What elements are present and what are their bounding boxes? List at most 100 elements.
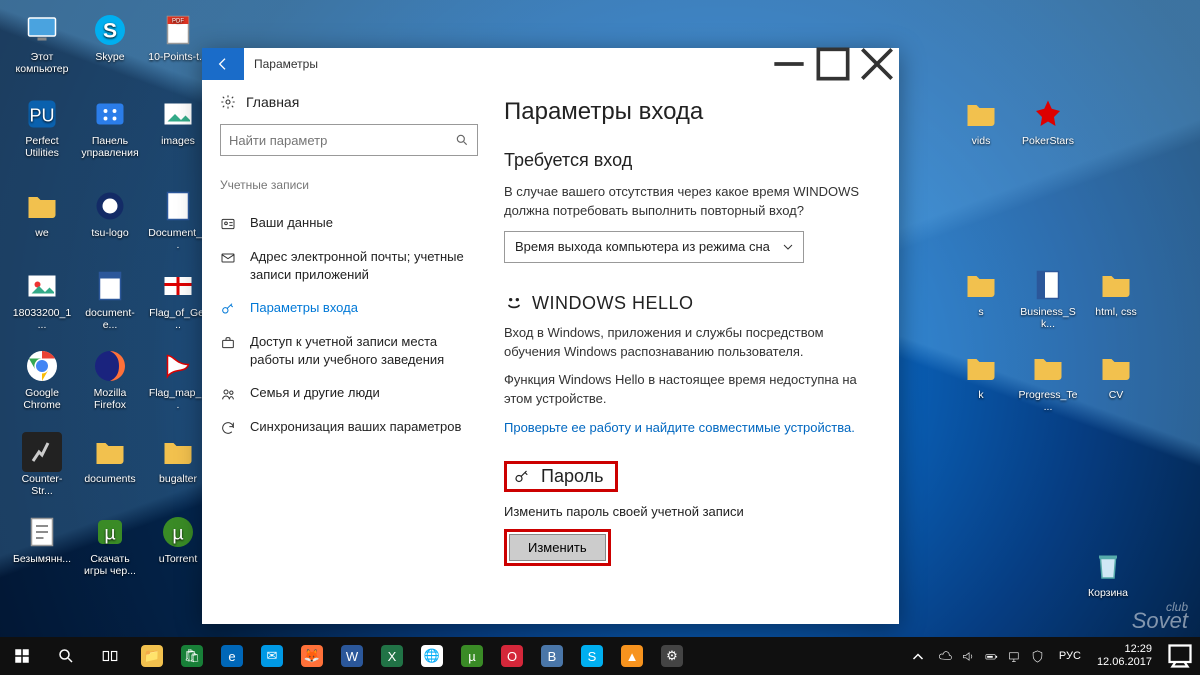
defender-icon xyxy=(1030,649,1045,664)
desktop-icon-progress[interactable]: Progress_Te... xyxy=(1018,348,1078,413)
desktop-icon-htmlcss[interactable]: html, css xyxy=(1086,265,1146,319)
person-card-icon xyxy=(220,216,236,232)
desktop-icon-perfect-utilities[interactable]: PUPerfect Utilities xyxy=(12,94,72,159)
desktop-icon-this-pc[interactable]: Этот компьютер xyxy=(12,10,72,75)
clock-date: 12.06.2017 xyxy=(1097,656,1152,669)
require-signin-heading: Требуется вход xyxy=(504,150,871,171)
sidebar: Главная Учетные записи Ваши данные Адрес… xyxy=(202,80,498,624)
change-button-highlight: Изменить xyxy=(504,529,611,566)
search-box[interactable] xyxy=(220,124,478,156)
desktop-icon-skype[interactable]: SSkype xyxy=(80,10,140,64)
nav-family[interactable]: Семья и другие люди xyxy=(220,376,498,410)
desktop-icon-s[interactable]: s xyxy=(951,265,1011,319)
briefcase-icon xyxy=(220,335,236,351)
volume-icon xyxy=(961,649,976,664)
taskbar-app-store[interactable]: 🛍 xyxy=(172,637,212,675)
watermark: club Sovet xyxy=(1132,602,1188,631)
desktop-icon-bugalter[interactable]: bugalter xyxy=(148,432,208,486)
settings-window: Параметры Главная Учетные записи Ваши да… xyxy=(202,48,899,624)
desktop-icon-we[interactable]: we xyxy=(12,186,72,240)
nav-signin-options[interactable]: Параметры входа xyxy=(220,291,498,325)
maximize-button[interactable] xyxy=(811,48,855,80)
taskbar-app-opera[interactable]: O xyxy=(492,637,532,675)
svg-text:µ: µ xyxy=(104,523,115,545)
hello-desc2: Функция Windows Hello в настоящее время … xyxy=(504,371,871,409)
back-button[interactable] xyxy=(202,48,244,80)
desktop-icon-utorrent[interactable]: µuTorrent xyxy=(148,512,208,566)
desktop-icon-flag2[interactable]: Flag_map_... xyxy=(148,346,208,411)
minimize-button[interactable] xyxy=(767,48,811,80)
nav-label: Ваши данные xyxy=(250,214,333,232)
taskbar-app-chrome[interactable]: 🌐 xyxy=(412,637,452,675)
titlebar[interactable]: Параметры xyxy=(202,48,899,80)
desktop-icon-firefox[interactable]: Mozilla Firefox xyxy=(80,346,140,411)
chevron-down-icon xyxy=(783,242,793,252)
start-button[interactable] xyxy=(0,637,44,675)
home-link[interactable]: Главная xyxy=(220,94,498,110)
desktop-icon-doc1[interactable]: document-e... xyxy=(80,266,140,331)
nav-label: Адрес электронной почты; учетные записи … xyxy=(250,248,480,283)
hello-link[interactable]: Проверьте ее работу и найдите совместимы… xyxy=(504,420,855,435)
action-center-button[interactable] xyxy=(1162,638,1198,674)
search-input[interactable] xyxy=(229,133,455,148)
desktop-icon-business[interactable]: Business_Sk... xyxy=(1018,265,1078,330)
desktop-icon-poker[interactable]: PokerStars xyxy=(1018,94,1078,148)
clock[interactable]: 12:29 12.06.2017 xyxy=(1089,643,1160,669)
desktop-icon-pdf[interactable]: PDF10-Points-t... xyxy=(148,10,208,64)
taskbar-app-edge[interactable]: e xyxy=(212,637,252,675)
taskbar[interactable]: 📁 🛍 e ✉ 🦊 W X 🌐 µ O В S ▲ ⚙ РУС xyxy=(0,637,1200,675)
desktop-icon-tsu[interactable]: tsu-logo xyxy=(80,186,140,240)
desktop-icon-documents[interactable]: documents xyxy=(80,432,140,486)
gear-icon xyxy=(220,94,236,110)
desktop-icon-text[interactable]: Безымянн... xyxy=(12,512,72,566)
windows-hello-heading: WINDOWS HELLO xyxy=(504,293,871,314)
password-heading-highlight: Пароль xyxy=(504,461,618,492)
password-label: Пароль xyxy=(541,466,603,487)
taskbar-app-utorrent[interactable]: µ xyxy=(452,637,492,675)
desktop-icon-trash[interactable]: Корзина xyxy=(1078,546,1138,600)
svg-text:µ: µ xyxy=(172,523,183,545)
taskbar-app-aimp[interactable]: ▲ xyxy=(612,637,652,675)
taskbar-app-mail[interactable]: ✉ xyxy=(252,637,292,675)
taskbar-app-vk[interactable]: В xyxy=(532,637,572,675)
desktop-icon-utdl[interactable]: µСкачать игры чер... xyxy=(80,512,140,577)
taskbar-app-word[interactable]: W xyxy=(332,637,372,675)
desktop-icon-vids[interactable]: vids xyxy=(951,94,1011,148)
desktop-icon-doc2[interactable]: Document_... xyxy=(148,186,208,251)
desktop-icon-chrome[interactable]: Google Chrome xyxy=(12,346,72,411)
nav-email-accounts[interactable]: Адрес электронной почты; учетные записи … xyxy=(220,240,498,291)
taskbar-app-explorer[interactable]: 📁 xyxy=(132,637,172,675)
dropdown-value: Время выхода компьютера из режима сна xyxy=(515,239,770,254)
tray-expand[interactable] xyxy=(906,637,930,675)
nav-label: Синхронизация ваших параметров xyxy=(250,418,461,436)
taskbar-app-excel[interactable]: X xyxy=(372,637,412,675)
nav-your-info[interactable]: Ваши данные xyxy=(220,206,498,240)
desktop-icon-cpanel[interactable]: Панель управления xyxy=(80,94,140,159)
hello-desc1: Вход в Windows, приложения и службы поср… xyxy=(504,324,871,362)
language-indicator[interactable]: РУС xyxy=(1053,650,1087,662)
desktop-icon-flag1[interactable]: Flag_of_Ge... xyxy=(148,266,208,331)
taskbar-app-firefox[interactable]: 🦊 xyxy=(292,637,332,675)
svg-text:PU: PU xyxy=(29,106,54,126)
task-view-button[interactable] xyxy=(88,637,132,675)
desktop-icon-images[interactable]: images xyxy=(148,94,208,148)
nav-label: Семья и другие люди xyxy=(250,384,380,402)
desktop-icon-cs[interactable]: Counter-Str... xyxy=(12,432,72,497)
nav-sync[interactable]: Синхронизация ваших параметров xyxy=(220,410,498,444)
require-signin-dropdown[interactable]: Время выхода компьютера из режима сна xyxy=(504,231,804,263)
home-label: Главная xyxy=(246,94,299,110)
require-signin-desc: В случае вашего отсутствия через какое в… xyxy=(504,183,871,221)
smile-icon xyxy=(504,293,524,313)
desktop[interactable]: Этот компьютер PUPerfect Utilities we 18… xyxy=(0,0,1200,675)
system-tray[interactable] xyxy=(932,649,1051,664)
taskbar-app-settings[interactable]: ⚙ xyxy=(652,637,692,675)
close-button[interactable] xyxy=(855,48,899,80)
change-password-button[interactable]: Изменить xyxy=(509,534,606,561)
category-label: Учетные записи xyxy=(220,178,498,192)
desktop-icon-k[interactable]: k xyxy=(951,348,1011,402)
desktop-icon-cv[interactable]: CV xyxy=(1086,348,1146,402)
search-button[interactable] xyxy=(44,637,88,675)
taskbar-app-skype[interactable]: S xyxy=(572,637,612,675)
desktop-icon-image1[interactable]: 18033200_1... xyxy=(12,266,72,331)
nav-work-access[interactable]: Доступ к учетной записи места работы или… xyxy=(220,325,498,376)
